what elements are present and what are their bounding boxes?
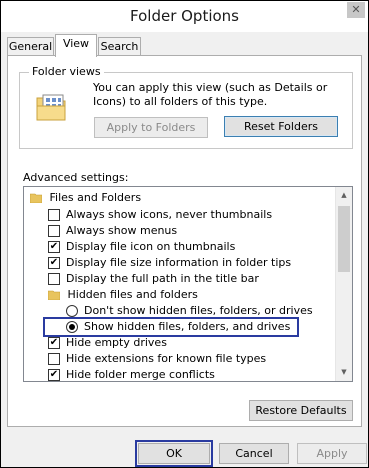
window-title: Folder Options [130, 7, 239, 25]
setting-label: Always show icons, never thumbnails [66, 208, 273, 221]
setting-label: Display file size information in folder … [66, 256, 292, 269]
folder-views-icon [35, 92, 67, 122]
checkbox-checked[interactable]: ✔ [48, 241, 60, 253]
setting-label: Hide empty drives [66, 336, 167, 349]
tab-general[interactable]: General [7, 37, 54, 57]
folder-icon [48, 290, 60, 300]
tab-search[interactable]: Search [98, 37, 141, 57]
tree-folder-label: Hidden files and folders [67, 288, 198, 301]
setting-display-file-icon-on-thumbnails[interactable]: ✔ Display file icon on thumbnails [48, 239, 328, 255]
close-button[interactable]: ✕ [347, 2, 365, 18]
folder-views-legend: Folder views [29, 65, 104, 78]
setting-display-full-path[interactable]: Display the full path in the title bar [48, 271, 328, 287]
ok-highlight [135, 440, 213, 467]
advanced-settings-label: Advanced settings: [23, 171, 129, 184]
checkbox-checked[interactable]: ✔ [48, 257, 60, 269]
restore-defaults-button[interactable]: Restore Defaults [249, 400, 353, 421]
title-bar: Folder Options ✕ [1, 1, 368, 32]
setting-hide-empty-drives[interactable]: ✔ Hide empty drives [48, 335, 328, 351]
vertical-scrollbar[interactable]: ▲ ▼ [335, 187, 352, 381]
setting-hide-extensions[interactable]: Hide extensions for known file types [48, 351, 328, 367]
setting-label: Display the full path in the title bar [66, 272, 259, 285]
setting-hide-folder-merge-conflicts[interactable]: ✔ Hide folder merge conflicts [48, 367, 328, 381]
reset-folders-label: Reset Folders [244, 120, 318, 133]
folder-options-dialog: Folder Options ✕ General View Search Fol… [0, 0, 369, 468]
selection-highlight [43, 317, 299, 337]
scroll-up-icon[interactable]: ▲ [336, 187, 352, 204]
folder-icon [30, 193, 42, 203]
apply-to-folders-button[interactable]: Apply to Folders [94, 117, 208, 138]
cancel-button[interactable]: Cancel [219, 443, 289, 464]
setting-label: Display file icon on thumbnails [66, 240, 236, 253]
tree-folder-label: Files and Folders [49, 191, 142, 204]
advanced-settings-tree[interactable]: Files and Folders Always show icons, nev… [23, 186, 353, 382]
setting-always-show-icons[interactable]: Always show icons, never thumbnails [48, 207, 328, 223]
apply-button[interactable]: Apply [297, 443, 367, 464]
setting-label: Hide folder merge conflicts [66, 368, 215, 381]
checkbox[interactable] [48, 209, 60, 221]
checkbox-checked[interactable]: ✔ [48, 337, 60, 349]
tree-folder-files-and-folders[interactable]: Files and Folders [30, 190, 141, 206]
checkbox[interactable] [48, 273, 60, 285]
folder-views-description: You can apply this view (such as Details… [93, 81, 328, 108]
scrollbar-thumb[interactable] [338, 206, 350, 272]
radio-button[interactable] [66, 305, 78, 317]
tab-view[interactable]: View [55, 34, 97, 57]
reset-folders-button[interactable]: Reset Folders [224, 116, 338, 137]
checkbox-checked[interactable]: ✔ [48, 369, 60, 381]
checkbox[interactable] [48, 353, 60, 365]
setting-label: Hide extensions for known file types [66, 352, 267, 365]
setting-display-file-size-info[interactable]: ✔ Display file size information in folde… [48, 255, 328, 271]
tree-folder-hidden-files[interactable]: Hidden files and folders [48, 287, 198, 303]
setting-always-show-menus[interactable]: Always show menus [48, 223, 328, 239]
setting-label: Always show menus [66, 224, 178, 237]
scroll-down-icon[interactable]: ▼ [336, 364, 352, 381]
checkbox[interactable] [48, 225, 60, 237]
